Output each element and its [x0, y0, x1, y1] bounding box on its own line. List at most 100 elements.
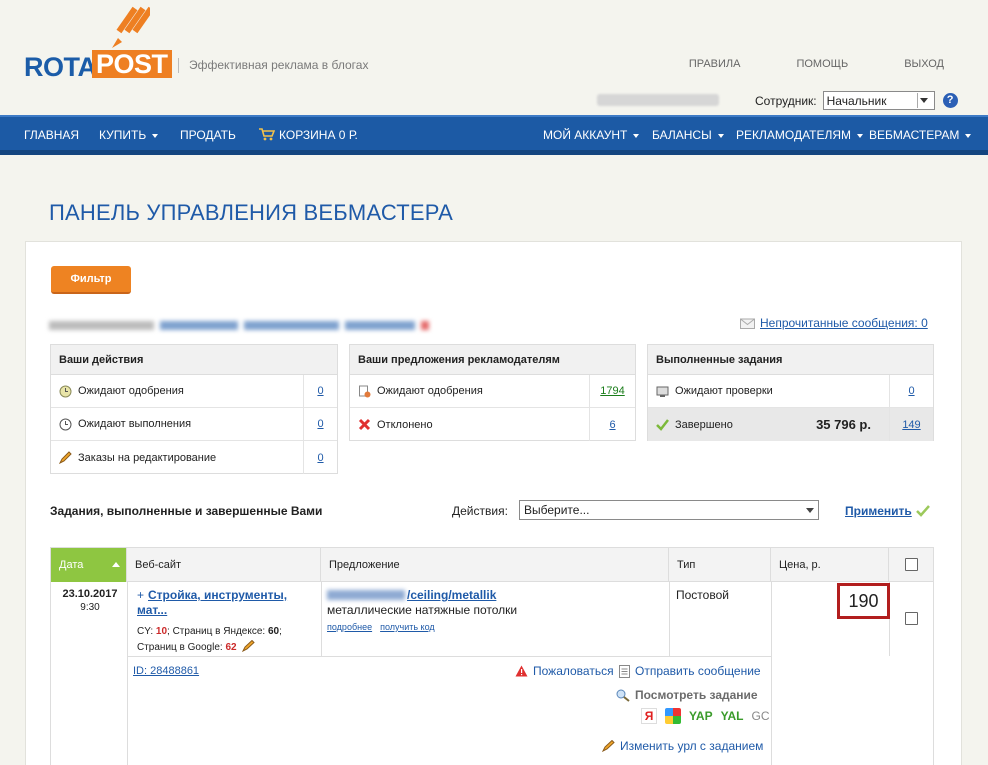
nav-sell[interactable]: ПРОДАТЬ — [180, 128, 236, 142]
gc-link[interactable]: GC — [751, 709, 769, 723]
red-x-icon — [358, 418, 371, 431]
employee-selector: Сотрудник: Начальник ? — [755, 91, 958, 110]
pencil-edit-icon[interactable] — [242, 639, 256, 653]
task-date: 23.10.2017 — [62, 588, 118, 600]
completed-tasks-box: Выполненные задания Ожидают проверки 0 З… — [647, 344, 934, 441]
employee-select[interactable]: Начальник — [822, 91, 935, 110]
yap-link[interactable]: YAP — [689, 709, 713, 723]
select-all-checkbox[interactable] — [905, 558, 918, 571]
offer-url-link[interactable]: /ceiling/metallik — [327, 588, 496, 602]
column-site[interactable]: Веб-сайт — [127, 548, 321, 582]
count-link[interactable]: 0 — [303, 408, 337, 440]
count-link[interactable]: 0 — [889, 375, 933, 407]
table-header: Дата Веб-сайт Предложение Тип Цена, р. — [51, 548, 933, 582]
nav-my-account[interactable]: МОЙ АККАУНТ — [543, 128, 640, 142]
actions-select[interactable]: Выберите... — [519, 500, 819, 520]
document-icon — [619, 664, 630, 678]
site-stats: CY: 10; Страниц в Яндексе: 60; Страниц в… — [137, 626, 282, 653]
count-link[interactable]: 1794 — [589, 375, 635, 407]
your-actions-box: Ваши действия Ожидают одобрения 0 Ожидаю… — [50, 344, 338, 474]
get-code-link[interactable]: получить код — [380, 622, 435, 632]
pencil-icon — [59, 451, 72, 464]
yal-link[interactable]: YAL — [721, 709, 744, 723]
complain-link[interactable]: Пожаловаться — [515, 664, 614, 678]
logo-text-post: POST — [92, 50, 172, 78]
completed-amount: 35 796 р. — [816, 417, 871, 432]
google-icon[interactable] — [665, 708, 681, 724]
rules-link[interactable]: ПРАВИЛА — [689, 58, 741, 70]
more-link[interactable]: подробнее — [327, 622, 372, 632]
tasks-table: Дата Веб-сайт Предложение Тип Цена, р. 2… — [50, 547, 934, 765]
rotapost-logo[interactable]: ROTA POST — [24, 4, 172, 82]
search-engines: Я YAP YAL GC — [641, 708, 769, 724]
list-item: Ожидают одобрения 0 — [51, 375, 337, 408]
change-url-link[interactable]: Изменить урл с заданием — [602, 739, 763, 753]
price-value: 190 — [837, 583, 890, 619]
monitor-icon — [656, 386, 669, 397]
logo-text-rota: ROTA — [24, 52, 97, 82]
chevron-down-icon — [806, 508, 814, 513]
nav-buy[interactable]: КУПИТЬ — [99, 128, 159, 142]
column-price[interactable]: Цена, р. — [771, 548, 889, 582]
envelope-icon — [740, 318, 755, 329]
apply-button[interactable]: Применить — [845, 504, 930, 518]
box-title: Ваши предложения рекламодателям — [350, 345, 635, 375]
yandex-icon[interactable]: Я — [641, 708, 657, 724]
nav-cart[interactable]: КОРЗИНА 0 Р. — [259, 128, 358, 142]
page-title: ПАНЕЛЬ УПРАВЛЕНИЯ ВЕБМАСТЕРА — [49, 200, 453, 225]
warning-icon — [515, 665, 528, 677]
nav-webmasters[interactable]: ВЕБМАСТЕРАМ — [869, 128, 972, 142]
count-link[interactable]: 6 — [589, 408, 635, 441]
sort-up-icon — [112, 562, 120, 567]
list-item: Ожидают проверки 0 — [648, 375, 933, 408]
offer-links: подробнее получить код — [327, 622, 435, 632]
help-link[interactable]: ПОМОЩЬ — [796, 58, 848, 70]
column-date[interactable]: Дата — [51, 548, 127, 582]
caret-down-icon — [717, 133, 724, 138]
tasks-section-title: Задания, выполненные и завершенные Вами — [50, 504, 323, 518]
column-offer[interactable]: Предложение — [321, 548, 669, 582]
main-nav: ГЛАВНАЯ КУПИТЬ ПРОДАТЬ КОРЗИНА 0 Р. МОЙ … — [0, 115, 988, 155]
employee-label: Сотрудник: — [755, 93, 817, 108]
site-link[interactable]: + Стройка, инструменты, мат... — [137, 588, 297, 618]
clock-icon — [59, 418, 72, 430]
nav-balances[interactable]: БАЛАНСЫ — [652, 128, 724, 142]
task-id-link[interactable]: ID: 28488861 — [133, 665, 199, 677]
send-message-link[interactable]: Отправить сообщение — [619, 664, 761, 678]
filter-button[interactable]: Фильтр — [51, 266, 131, 294]
count-link[interactable]: 149 — [889, 408, 933, 441]
list-item: Заказы на редактирование 0 — [51, 441, 337, 474]
count-link[interactable]: 0 — [303, 441, 337, 474]
actions-label: Действия: — [452, 504, 508, 518]
checkmark-icon — [915, 505, 930, 517]
box-title: Выполненные задания — [648, 345, 933, 375]
header: ROTA POST Эффективная реклама в блогах П… — [0, 0, 988, 115]
offers-box: Ваши предложения рекламодателям Ожидают … — [349, 344, 636, 441]
magnifier-icon — [616, 689, 630, 702]
list-item: Завершено 35 796 р. 149 — [648, 408, 933, 441]
caret-down-icon — [965, 133, 972, 138]
box-title: Ваши действия — [51, 345, 337, 375]
chevron-down-icon — [916, 93, 931, 108]
cart-icon — [259, 128, 276, 141]
view-task-link[interactable]: Посмотреть задание — [616, 688, 758, 702]
unread-messages-link[interactable]: Непрочитанные сообщения: 0 — [740, 316, 928, 330]
logout-link[interactable]: ВЫХОД — [904, 58, 944, 70]
pencil-logo-icon — [112, 6, 150, 48]
caret-down-icon — [857, 133, 864, 138]
nav-advertisers[interactable]: РЕКЛАМОДАТЕЛЯМ — [736, 128, 864, 142]
help-icon[interactable]: ? — [942, 93, 958, 108]
tagline: Эффективная реклама в блогах — [178, 58, 368, 73]
task-time: 9:30 — [80, 602, 100, 613]
clock-pending-icon — [59, 385, 72, 397]
caret-down-icon — [633, 133, 640, 138]
expand-plus-icon[interactable]: + — [137, 588, 144, 602]
list-item: Ожидают одобрения 1794 — [350, 375, 635, 408]
row-checkbox[interactable] — [905, 612, 918, 625]
nav-home[interactable]: ГЛАВНАЯ — [24, 128, 79, 142]
user-email-blurred — [597, 94, 719, 106]
count-link[interactable]: 0 — [303, 375, 337, 407]
task-type: Постовой — [676, 588, 729, 602]
column-type[interactable]: Тип — [669, 548, 771, 582]
list-item: Отклонено 6 — [350, 408, 635, 441]
